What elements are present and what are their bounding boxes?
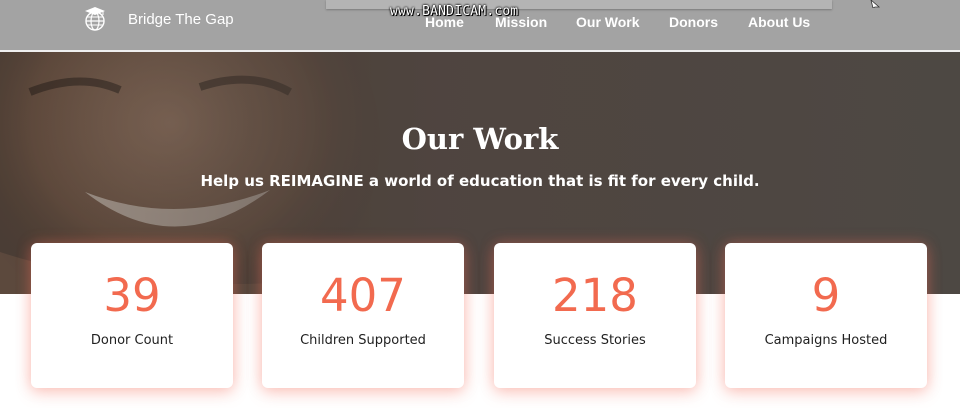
stat-value: 39 [103,269,161,322]
stat-value: 218 [552,269,638,322]
stat-label: Success Stories [544,333,646,348]
stat-card-campaigns-hosted: 9 Campaigns Hosted [725,243,927,388]
site-header: Bridge The Gap Home Mission Our Work Don… [0,0,960,52]
mouse-cursor-icon [870,0,881,8]
stat-label: Donor Count [90,333,174,348]
recording-watermark: www.BANDICAM.com [390,4,519,19]
nav-our-work[interactable]: Our Work [576,14,640,30]
hero-title: Our Work [401,122,559,156]
stat-card-success-stories: 218 Success Stories [494,243,696,388]
stat-value: 407 [320,269,406,322]
stat-card-children-supported: 407 Children Supported [262,243,464,388]
nav-donors[interactable]: Donors [669,14,718,30]
nav-about-us[interactable]: About Us [748,14,810,30]
stat-label: Children Supported [300,333,426,348]
hero-subtitle: Help us REIMAGINE a world of education t… [200,172,760,190]
stat-card-donor-count: 39 Donor Count [31,243,233,388]
brand-name: Bridge The Gap [128,10,234,28]
stats-section: 39 Donor Count 407 Children Supported 21… [0,243,960,388]
globe-graduation-cap-icon [85,7,105,31]
brand[interactable]: Bridge The Gap [82,4,234,34]
stat-value: 9 [811,269,841,322]
stat-label: Campaigns Hosted [764,333,888,348]
